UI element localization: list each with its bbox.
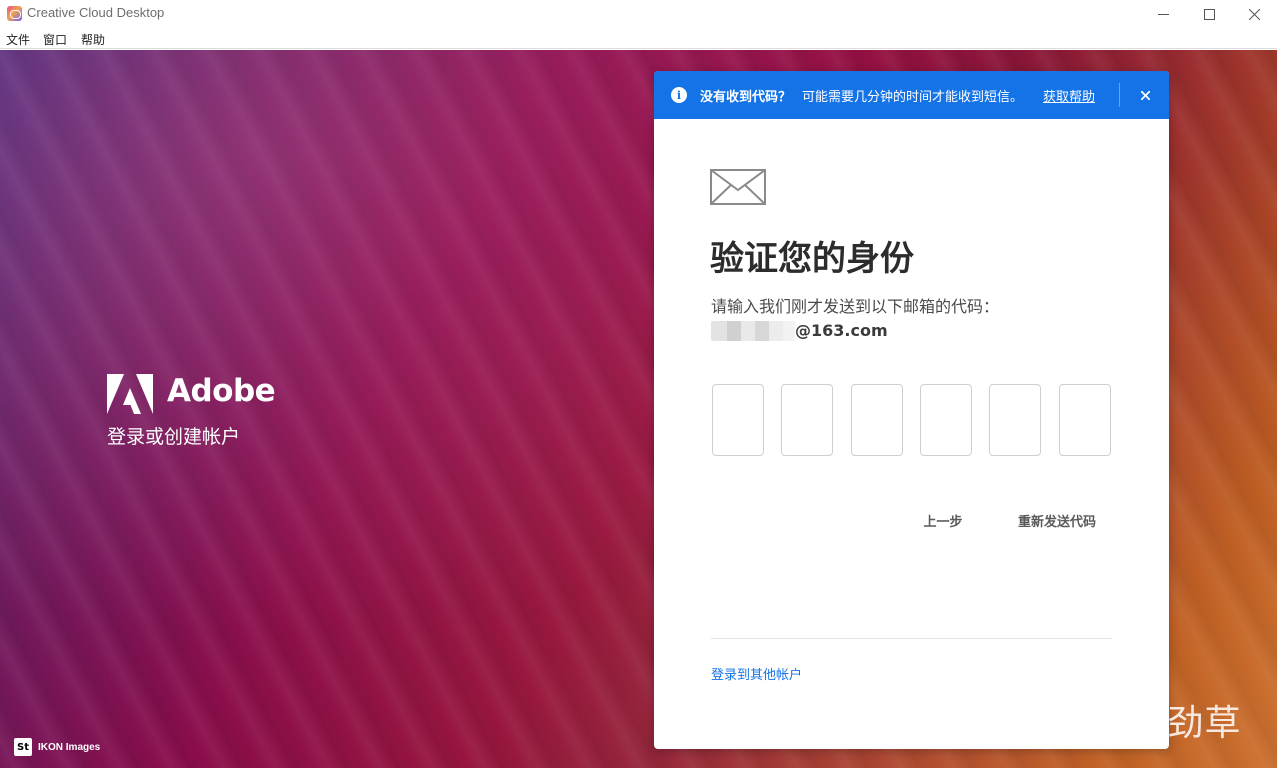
banner-divider — [1119, 83, 1120, 107]
close-icon — [1248, 8, 1260, 20]
info-icon: i — [671, 87, 687, 103]
banner-text: 可能需要几分钟的时间才能收到短信。 — [802, 90, 1024, 105]
menu-bar: 文件 窗口 帮助 — [0, 28, 1277, 49]
verification-card: i 没有收到代码？ 可能需要几分钟的时间才能收到短信。 获取帮助 验证您的身份 … — [654, 71, 1169, 749]
back-button[interactable]: 上一步 — [909, 509, 977, 531]
email-domain: @163.com — [795, 321, 888, 340]
code-digit-2[interactable] — [781, 384, 833, 456]
minimize-icon — [1157, 13, 1169, 15]
code-digit-1[interactable] — [712, 384, 764, 456]
menu-item-help[interactable]: 帮助 — [81, 31, 105, 48]
get-help-link[interactable]: 获取帮助 — [1043, 86, 1095, 105]
maximize-button[interactable] — [1186, 0, 1232, 28]
info-banner: i 没有收到代码？ 可能需要几分钟的时间才能收到短信。 获取帮助 — [654, 71, 1169, 119]
code-digit-5[interactable] — [989, 384, 1041, 456]
redacted-email-prefix — [711, 321, 795, 341]
banner-bold-text: 没有收到代码？ — [700, 90, 792, 105]
brand-tagline: 登录或创建帐户 — [107, 426, 241, 448]
sign-in-other-account-link[interactable]: 登录到其他帐户 — [711, 664, 802, 683]
code-digit-4[interactable] — [920, 384, 972, 456]
adobe-logo-icon — [107, 374, 153, 414]
banner-close-button[interactable] — [1134, 84, 1156, 106]
envelope-icon — [710, 169, 766, 205]
menu-item-window[interactable]: 窗口 — [43, 31, 67, 48]
maximize-icon — [1203, 8, 1215, 20]
title-bar: Creative Cloud Desktop — [0, 0, 1277, 28]
minimize-button[interactable] — [1140, 0, 1186, 28]
resend-code-button[interactable]: 重新发送代码 — [1002, 509, 1112, 531]
zhihu-watermark: 知乎 @疾风劲草 — [970, 703, 1242, 744]
code-digit-6[interactable] — [1059, 384, 1111, 456]
close-window-button[interactable] — [1231, 0, 1277, 28]
credit-text: IKON Images — [38, 741, 101, 753]
code-digit-3[interactable] — [851, 384, 903, 456]
window-title: Creative Cloud Desktop — [27, 5, 165, 20]
close-icon — [1140, 90, 1150, 100]
stock-badge-icon: St — [14, 738, 32, 756]
menu-item-file[interactable]: 文件 — [6, 31, 30, 48]
instruction-text: 请输入我们刚才发送到以下邮箱的代码： — [711, 297, 1000, 316]
creative-cloud-app-icon — [7, 6, 22, 21]
adobe-wordmark: Adobe — [167, 373, 276, 409]
image-credit: St IKON Images — [14, 738, 100, 756]
page-title: 验证您的身份 — [710, 239, 914, 279]
divider — [711, 638, 1112, 639]
